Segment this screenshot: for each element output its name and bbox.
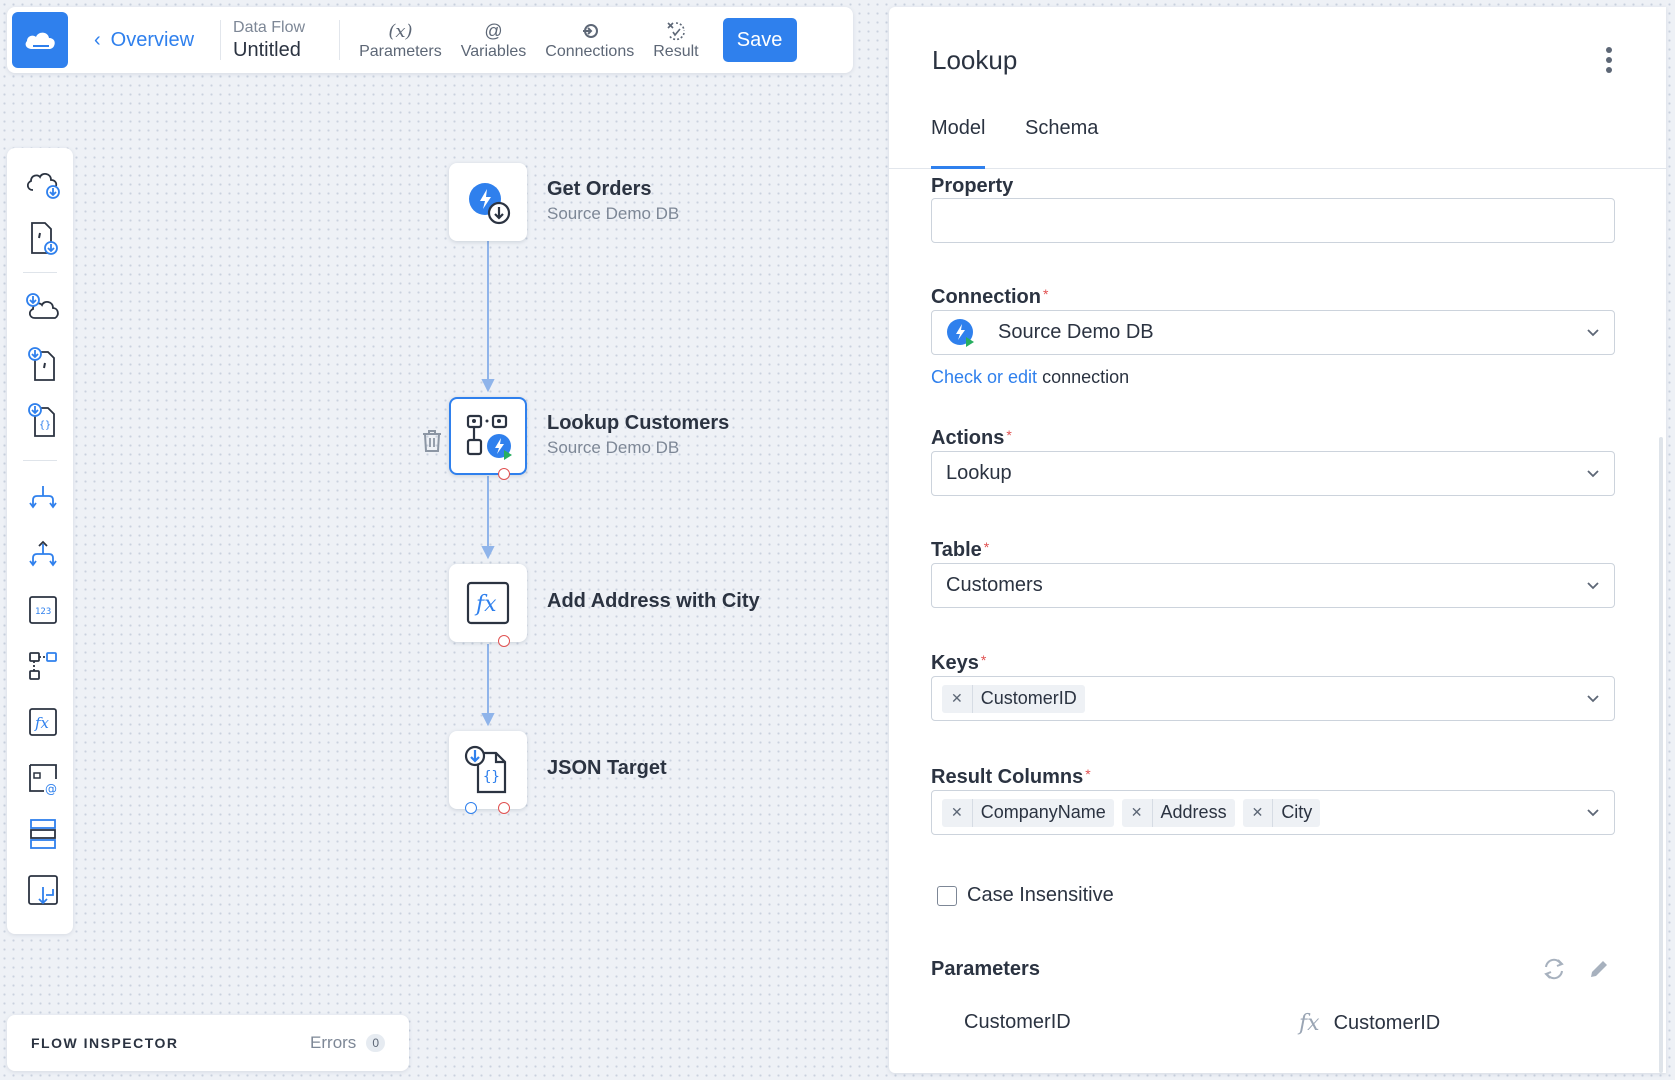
svg-text:fx: fx [474,592,497,617]
chevron-down-icon [1587,582,1599,590]
case-insensitive-label: Case Insensitive [967,884,1114,906]
required-marker: * [1043,286,1049,302]
required-marker: * [1085,766,1091,782]
required-marker: * [1006,427,1012,443]
parameter-value-text: CustomerID [1333,1012,1441,1034]
tag-label: CustomerID [980,688,1077,708]
node-title: JSON Target [547,757,667,779]
panel-title: Lookup [932,45,1018,75]
panel-tabs: Model Schema [889,107,1666,169]
database-connection-icon [947,318,974,347]
flow-connectors [481,241,495,727]
connection-value: Source Demo DB [998,321,1154,343]
property-input[interactable] [931,198,1615,243]
remove-tag-icon[interactable]: ✕ [942,684,973,713]
connection-help-suffix: connection [1037,367,1130,387]
actions-label-text: Actions [931,427,1005,449]
parameters-label: Parameters [931,958,1040,980]
keys-label-text: Keys [931,652,979,674]
node-subtitle: Source Demo DB [547,204,680,223]
check-or-edit-link[interactable]: Check or edit [931,367,1037,387]
parameter-value[interactable]: fx CustomerID [1299,1011,1440,1036]
node-json-target[interactable]: {} [449,731,527,809]
flow-inspector[interactable]: FLOW INSPECTOR Errors 0 [7,1015,409,1071]
refresh-icon[interactable] [1540,955,1568,983]
connection-label: Connection * [931,286,1048,309]
more-options-icon[interactable] [1604,47,1614,73]
table-label: Table * [931,539,989,562]
delete-node-icon[interactable] [420,428,444,454]
actions-value: Lookup [946,462,1012,484]
keys-multiselect[interactable]: ✕ CustomerID [931,676,1615,721]
chevron-down-icon [1587,329,1599,337]
connection-label-text: Connection [931,286,1041,308]
expression-icon: fx [466,581,510,625]
parameter-name: CustomerID [964,1011,1071,1033]
result-columns-multiselect[interactable]: ✕ CompanyName ✕ Address ✕ City [931,790,1615,835]
node-add-address-with-city[interactable]: fx [449,564,527,642]
node-title: Lookup Customers [547,412,730,434]
parameter-row: CustomerID fx CustomerID [964,1011,1624,1041]
result-columns-label: Result Columns * [931,766,1091,789]
actions-select[interactable]: Lookup [931,451,1615,496]
tab-model[interactable]: Model [931,117,986,169]
output-port[interactable] [498,635,510,647]
errors-count-badge: 0 [366,1034,385,1052]
node-title: Get Orders [547,178,652,200]
property-label: Property [931,175,1014,197]
table-select[interactable]: Customers [931,563,1615,608]
tab-schema[interactable]: Schema [1025,117,1098,169]
chevron-down-icon [1587,809,1599,817]
cloud-source-icon [469,183,511,225]
node-lookup-customers[interactable] [449,397,527,475]
tag-label: CompanyName [980,802,1106,822]
json-target-icon: {} [464,745,507,794]
component-settings-panel: Lookup Model Schema Property Connection *… [889,7,1666,1073]
required-marker: * [983,539,990,555]
lookup-icon [466,414,512,460]
table-value: Customers [946,574,1043,596]
remove-tag-icon[interactable]: ✕ [1122,798,1153,827]
node-subtitle: Source Demo DB [547,438,680,457]
chevron-down-icon [1587,695,1599,703]
node-title: Add Address with City [547,590,760,612]
connection-select[interactable]: Source Demo DB [931,310,1615,355]
checkbox-box[interactable] [937,885,957,906]
svg-text:{}: {} [483,769,500,785]
fx-icon: fx [1299,1011,1320,1036]
remove-tag-icon[interactable]: ✕ [1243,798,1274,827]
case-insensitive-checkbox[interactable]: Case Insensitive [937,884,1114,907]
output-port[interactable] [498,468,510,480]
input-port[interactable] [465,802,477,814]
tag-label: Address [1160,802,1227,822]
node-get-orders[interactable] [449,163,527,241]
column-tag: ✕ CompanyName [942,798,1114,827]
column-tag: ✕ City [1242,798,1321,827]
result-columns-label-text: Result Columns [931,766,1084,788]
key-tag: ✕ CustomerID [942,684,1085,713]
tag-label: City [1281,802,1313,822]
remove-tag-icon[interactable]: ✕ [942,798,973,827]
errors-toggle[interactable]: Errors 0 [310,1033,385,1053]
connection-help: Check or edit connection [931,367,1129,388]
edit-pencil-icon[interactable] [1585,955,1613,983]
flow-inspector-label: FLOW INSPECTOR [31,1035,179,1051]
column-tag: ✕ Address [1121,798,1235,827]
table-label-text: Table [931,539,982,561]
actions-label: Actions * [931,427,1012,450]
chevron-down-icon [1587,470,1599,478]
required-marker: * [980,652,987,668]
output-port[interactable] [498,802,510,814]
errors-label: Errors [310,1033,357,1052]
panel-scrollbar[interactable] [1659,437,1663,1073]
keys-label: Keys * [931,652,986,675]
